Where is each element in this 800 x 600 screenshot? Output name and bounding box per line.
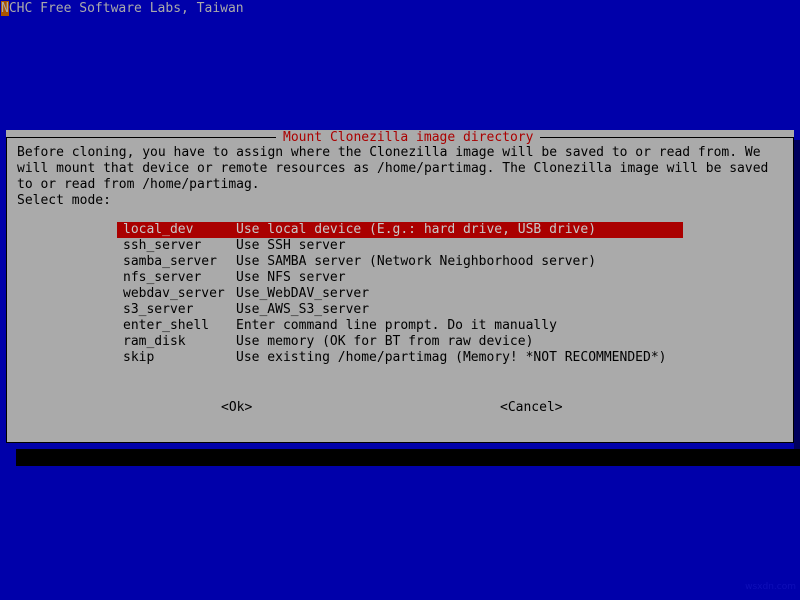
watermark-text: wsxdn.com xyxy=(745,582,796,592)
mode-option-ram-disk[interactable]: ram_disk Use memory (OK for BT from raw d… xyxy=(117,334,683,350)
mode-option-webdav-server[interactable]: webdav_server Use_WebDAV_server xyxy=(117,286,683,302)
ok-button[interactable]: <Ok> xyxy=(221,400,252,416)
console-header-line: NCHC Free Software Labs, Taiwan xyxy=(0,0,800,17)
mode-option-skip[interactable]: skip Use existing /home/partimag (Memory!… xyxy=(117,350,683,366)
mode-option-key: ram_disk xyxy=(123,334,186,349)
mode-option-key: webdav_server xyxy=(123,286,225,301)
dialog-border-left xyxy=(6,137,7,443)
cancel-button[interactable]: <Cancel> xyxy=(500,400,563,416)
dialog-button-row: <Ok> <Cancel> xyxy=(6,400,794,416)
mode-option-key: samba_server xyxy=(123,254,217,269)
mode-option-samba-server[interactable]: samba_server Use SAMBA server (Network Ne… xyxy=(117,254,683,270)
dialog-border-top-left xyxy=(6,137,276,138)
dialog-border-right xyxy=(793,137,794,443)
console-header-text: CHC Free Software Labs, Taiwan xyxy=(8,1,244,16)
dialog-border-bottom xyxy=(6,442,794,443)
mode-option-key: nfs_server xyxy=(123,270,202,285)
mode-option-description: Use memory (OK for BT from raw device) xyxy=(236,334,534,349)
mode-option-s3-server[interactable]: s3_server Use_AWS_S3_server xyxy=(117,302,683,318)
terminal-cursor-block: N xyxy=(1,1,9,16)
mode-option-key: s3_server xyxy=(123,302,194,317)
dialog-border-top-right xyxy=(540,137,794,138)
mode-option-description: Use_WebDAV_server xyxy=(236,286,370,301)
dialog-title: Mount Clonezilla image directory xyxy=(276,130,541,146)
mode-option-key: enter_shell xyxy=(123,318,210,333)
mode-option-ssh-server[interactable]: ssh_server Use SSH server xyxy=(117,238,683,254)
mode-option-description: Use_AWS_S3_server xyxy=(236,302,370,317)
mode-option-description: Use local device (E.g.: hard drive, USB … xyxy=(236,222,597,237)
mode-option-description: Enter command line prompt. Do it manuall… xyxy=(236,318,557,333)
mode-option-description: Use SAMBA server (Network Neighborhood s… xyxy=(236,254,597,269)
mode-option-key: ssh_server xyxy=(123,238,202,253)
mode-option-description: Use NFS server xyxy=(236,270,346,285)
dialog-shadow-bottom xyxy=(16,449,800,466)
mount-image-directory-dialog: Mount Clonezilla image directory Before … xyxy=(6,130,794,443)
dialog-description: Before cloning, you have to assign where… xyxy=(17,145,783,209)
mode-selection-list[interactable]: local_dev Use local device (E.g.: hard dr… xyxy=(117,222,683,366)
mode-option-enter-shell[interactable]: enter_shell Enter command line prompt. Do… xyxy=(117,318,683,334)
mode-option-local-dev[interactable]: local_dev Use local device (E.g.: hard dr… xyxy=(117,222,683,238)
description-line: will mount that device or remote resourc… xyxy=(17,161,769,176)
description-line: to or read from /home/partimag. xyxy=(17,177,260,192)
mode-option-nfs-server[interactable]: nfs_server Use NFS server xyxy=(117,270,683,286)
mode-option-description: Use SSH server xyxy=(236,238,346,253)
mode-option-key: local_dev xyxy=(123,222,194,237)
mode-option-description: Use existing /home/partimag (Memory! *NO… xyxy=(236,350,667,365)
dialog-shadow-right xyxy=(794,140,800,449)
description-line: Select mode: xyxy=(17,193,111,208)
description-line: Before cloning, you have to assign where… xyxy=(17,145,761,160)
mode-option-key: skip xyxy=(123,350,155,365)
